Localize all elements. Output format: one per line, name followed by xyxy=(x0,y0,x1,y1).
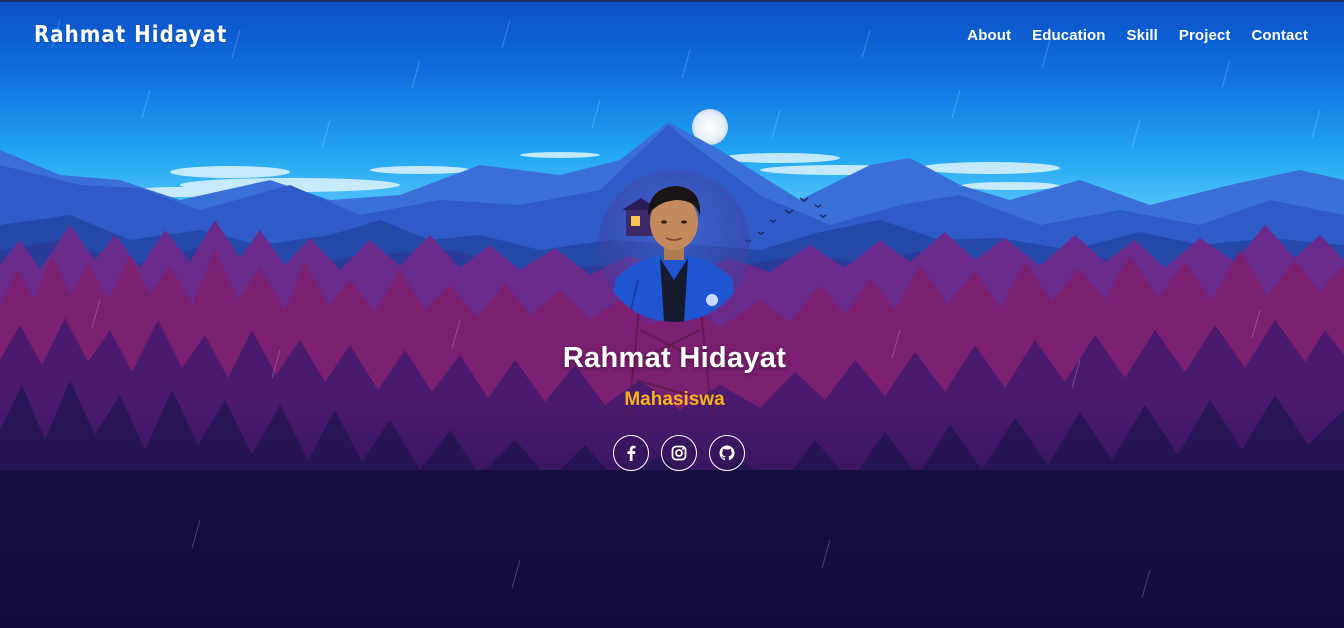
social-links xyxy=(613,435,745,471)
hero-role: Mahasiswa xyxy=(624,389,725,410)
github-link[interactable] xyxy=(709,435,745,471)
facebook-link[interactable] xyxy=(613,435,649,471)
github-icon xyxy=(719,445,735,461)
avatar xyxy=(598,170,750,322)
facebook-icon xyxy=(624,445,638,461)
instagram-link[interactable] xyxy=(661,435,697,471)
hero-section: Rahmat Hidayat Mahasiswa xyxy=(0,0,1344,628)
hero-name: Rahmat Hidayat xyxy=(562,342,787,374)
instagram-icon xyxy=(671,445,687,461)
